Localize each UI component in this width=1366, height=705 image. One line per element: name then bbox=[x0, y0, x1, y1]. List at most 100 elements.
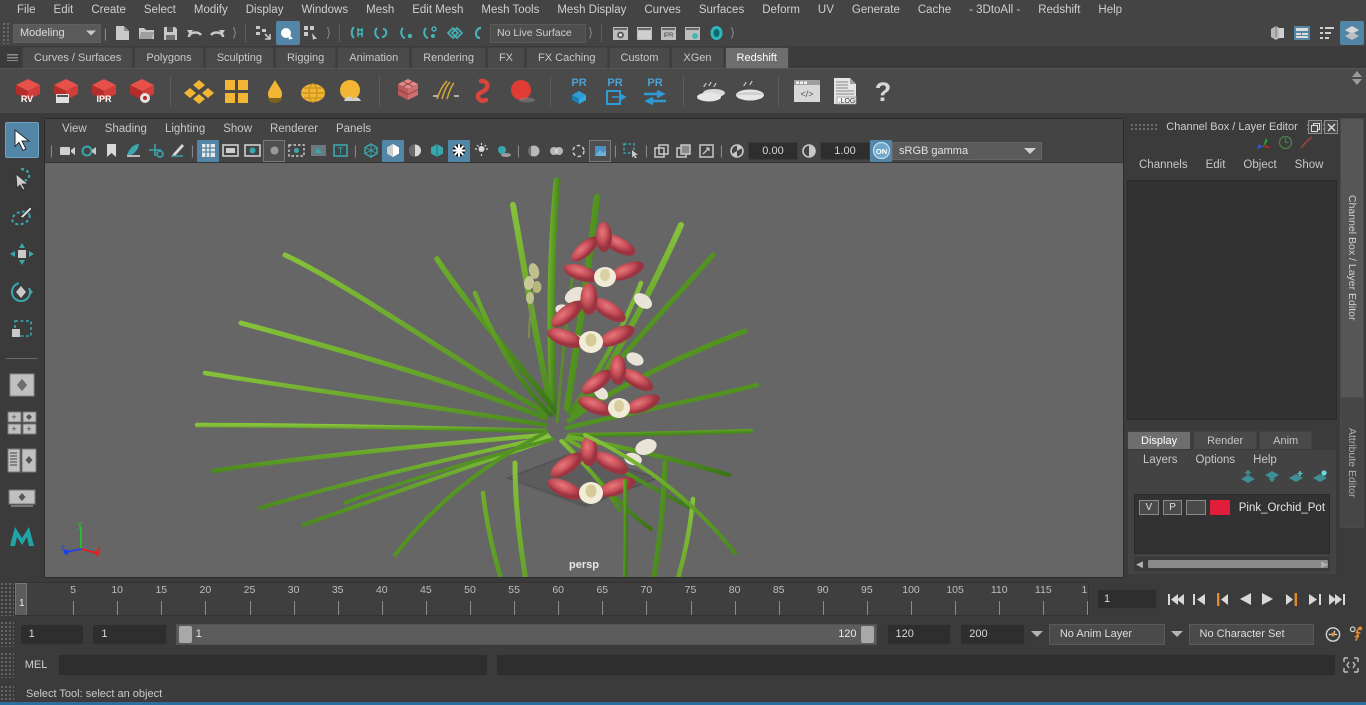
current-frame-field[interactable]: 1 bbox=[1097, 589, 1157, 609]
redshift-volume-icon[interactable] bbox=[466, 72, 502, 110]
shelf-scroll-down-icon[interactable] bbox=[1352, 79, 1362, 85]
redshift-sphere-icon[interactable] bbox=[504, 72, 540, 110]
menu-cache[interactable]: Cache bbox=[909, 0, 960, 20]
cb-menu-channels[interactable]: Channels bbox=[1130, 159, 1197, 171]
snap-to-curve-icon[interactable] bbox=[370, 21, 394, 45]
chevron-down-icon-anim-layer[interactable] bbox=[1030, 631, 1043, 637]
vtab-attribute-editor[interactable]: Attribute Editor bbox=[1340, 398, 1364, 528]
menu-generate[interactable]: Generate bbox=[843, 0, 909, 20]
command-output-field[interactable] bbox=[496, 654, 1336, 676]
shelf-tab-custom[interactable]: Custom bbox=[608, 47, 671, 68]
redshift-log-icon[interactable]: .LOG bbox=[827, 72, 863, 110]
gamma-icon[interactable] bbox=[798, 140, 820, 162]
menu-set-selector[interactable]: Modeling bbox=[13, 23, 101, 43]
range-slider-grip[interactable] bbox=[0, 621, 14, 647]
playback-range-bar[interactable]: 1 120 bbox=[175, 623, 877, 645]
resolution-gate-icon[interactable] bbox=[241, 140, 263, 162]
hypershade-icon[interactable] bbox=[680, 21, 704, 45]
cb-menu-show[interactable]: Show bbox=[1286, 159, 1333, 171]
two-d-pan-zoom-icon[interactable] bbox=[144, 140, 166, 162]
cb-menu-object[interactable]: Object bbox=[1234, 159, 1285, 171]
paint-select-tool[interactable] bbox=[5, 198, 39, 234]
redshift-help-icon[interactable]: ? bbox=[865, 72, 901, 110]
shadows-icon[interactable] bbox=[492, 140, 514, 162]
screen-space-ao-icon[interactable] bbox=[523, 140, 545, 162]
redshift-pr-export-icon[interactable]: PR bbox=[599, 72, 635, 110]
menu-display[interactable]: Display bbox=[237, 0, 293, 20]
redshift-render-sequence-icon[interactable] bbox=[48, 72, 84, 110]
layer-color-swatch[interactable] bbox=[1210, 500, 1230, 515]
redshift-hair-icon[interactable] bbox=[428, 72, 464, 110]
snap-to-view-plane-icon[interactable] bbox=[442, 21, 466, 45]
redshift-dome-light-icon[interactable] bbox=[295, 72, 331, 110]
range-end-handle[interactable] bbox=[860, 625, 874, 643]
redshift-environment-icon[interactable] bbox=[333, 72, 369, 110]
select-by-component-icon[interactable] bbox=[300, 21, 324, 45]
snapshot-icon[interactable] bbox=[673, 140, 695, 162]
tool-settings-icon[interactable] bbox=[1315, 21, 1339, 45]
redshift-ipr-icon[interactable]: IPR bbox=[86, 72, 122, 110]
grease-pencil-icon[interactable] bbox=[166, 140, 188, 162]
ipr-render-icon[interactable] bbox=[632, 21, 656, 45]
smooth-shade-icon[interactable] bbox=[382, 139, 404, 162]
gate-mask-icon[interactable] bbox=[263, 139, 285, 162]
camera-attributes-icon[interactable] bbox=[78, 140, 100, 162]
menu-modify[interactable]: Modify bbox=[185, 0, 237, 20]
layer-row[interactable]: V P Pink_Orchid_Pot bbox=[1139, 499, 1325, 516]
menu-redshift[interactable]: Redshift bbox=[1029, 0, 1089, 20]
new-layer-icon[interactable] bbox=[1288, 470, 1304, 488]
go-to-end-icon[interactable] bbox=[1328, 589, 1346, 609]
anim-layer-dropdown[interactable]: No Anim Layer bbox=[1048, 623, 1165, 645]
redshift-grid-material-icon[interactable] bbox=[219, 72, 255, 110]
new-layer-from-selected-icon[interactable] bbox=[1312, 470, 1328, 488]
status-line-grip[interactable] bbox=[2, 22, 10, 44]
film-gate-icon[interactable] bbox=[219, 140, 241, 162]
grab-icon[interactable] bbox=[695, 140, 717, 162]
channel-speed-icon[interactable] bbox=[1278, 135, 1293, 155]
viewport-menu-lighting[interactable]: Lighting bbox=[156, 119, 214, 139]
redshift-bake-icon[interactable] bbox=[694, 72, 730, 110]
layer-tab-anim[interactable]: Anim bbox=[1259, 431, 1313, 450]
menu-select[interactable]: Select bbox=[135, 0, 185, 20]
snap-to-point-icon[interactable] bbox=[394, 21, 418, 45]
redshift-light-dome-icon[interactable] bbox=[257, 72, 293, 110]
shelf-tab-redshift[interactable]: Redshift bbox=[724, 47, 789, 68]
snap-to-grid-icon[interactable] bbox=[346, 21, 370, 45]
wireframe-icon[interactable] bbox=[360, 140, 382, 162]
scroll-thumb[interactable] bbox=[1148, 560, 1328, 568]
shelf-tab-rigging[interactable]: Rigging bbox=[274, 47, 337, 68]
viewport-menu-renderer[interactable]: Renderer bbox=[261, 119, 327, 139]
image-plane-icon[interactable] bbox=[122, 140, 144, 162]
shelf-scroll-up-icon[interactable] bbox=[1352, 71, 1362, 77]
cb-menu-edit[interactable]: Edit bbox=[1197, 159, 1235, 171]
outliner-persp-layout-icon[interactable] bbox=[5, 443, 39, 479]
menu-mesh-display[interactable]: Mesh Display bbox=[548, 0, 635, 20]
open-scene-icon[interactable] bbox=[134, 21, 158, 45]
multisample-icon[interactable] bbox=[567, 140, 589, 162]
anim-end-field[interactable]: 200 bbox=[960, 623, 1025, 645]
redshift-pr-object-icon[interactable]: PR bbox=[561, 72, 597, 110]
step-back-keyframe-icon[interactable] bbox=[1190, 589, 1208, 609]
step-back-frame-icon[interactable] bbox=[1213, 589, 1231, 609]
select-camera-icon[interactable] bbox=[56, 140, 78, 162]
close-icon[interactable] bbox=[1324, 120, 1338, 134]
menu-edit[interactable]: Edit bbox=[45, 0, 83, 20]
viewport-menu-shading[interactable]: Shading bbox=[96, 119, 156, 139]
redo-icon[interactable] bbox=[206, 21, 230, 45]
menu-create[interactable]: Create bbox=[82, 0, 135, 20]
select-by-object-icon[interactable] bbox=[276, 21, 300, 45]
move-layer-down-icon[interactable] bbox=[1264, 470, 1280, 488]
redshift-material-icon[interactable] bbox=[181, 72, 217, 110]
range-start-field[interactable]: 1 bbox=[92, 623, 167, 645]
show-hide-modeling-toolkit-icon[interactable] bbox=[1265, 21, 1289, 45]
menu-file[interactable]: File bbox=[8, 0, 45, 20]
rotate-tool[interactable] bbox=[5, 274, 39, 310]
layer-tab-render[interactable]: Render bbox=[1193, 431, 1258, 450]
layer-visibility-toggle[interactable]: V bbox=[1139, 500, 1159, 515]
exposure-field[interactable]: 0.00 bbox=[748, 141, 798, 160]
menu-help[interactable]: Help bbox=[1089, 0, 1131, 20]
layer-list-scrollbar[interactable]: ◀ ▶ bbox=[1134, 557, 1330, 571]
anim-start-field[interactable]: 1 bbox=[19, 623, 85, 645]
scroll-right-icon[interactable]: ▶ bbox=[1321, 559, 1328, 570]
color-management-toggle-icon[interactable]: ON bbox=[870, 139, 892, 162]
